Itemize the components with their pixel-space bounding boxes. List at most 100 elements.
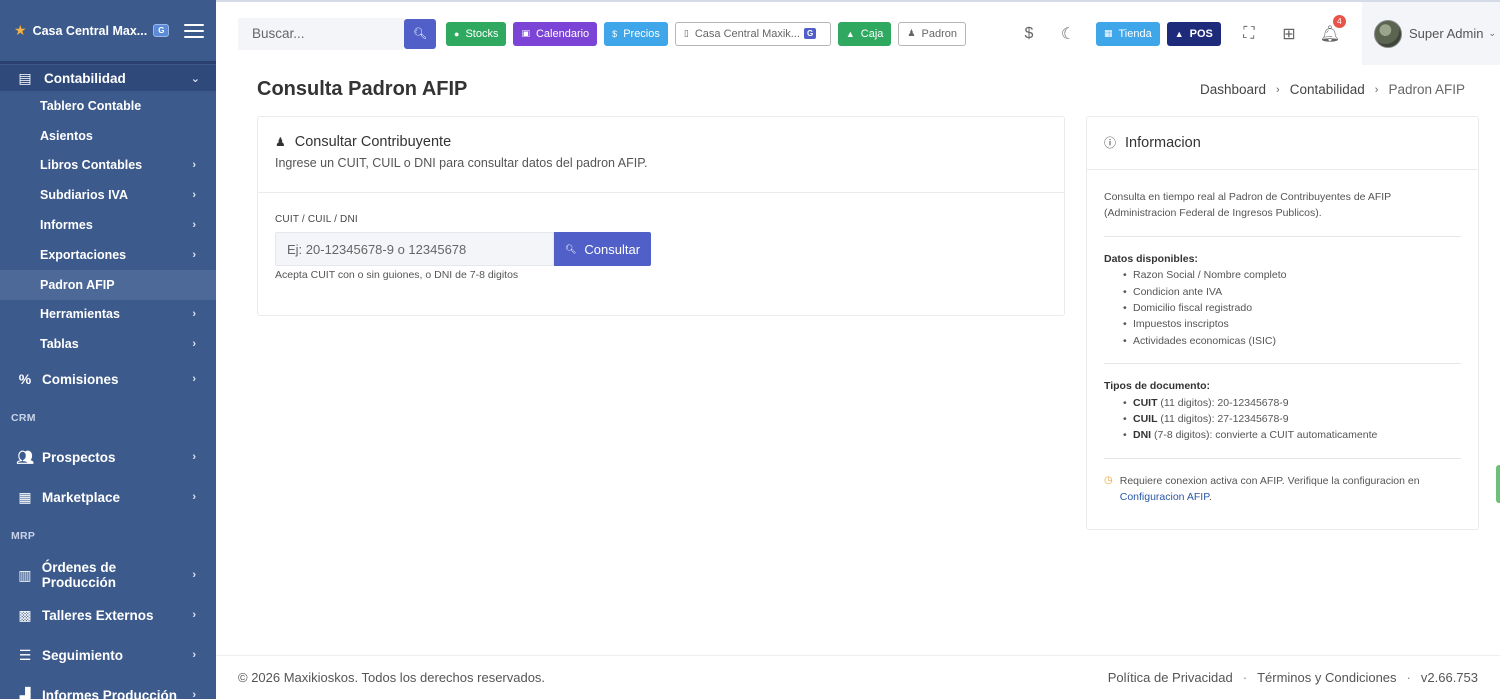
bell-icon[interactable]: 🔔︎ 4	[1320, 14, 1346, 44]
brand-badge: G	[153, 24, 170, 37]
currency-icon[interactable]: $	[1019, 24, 1039, 44]
footer-copyright: © 2026 Maxikioskos. Todos los derechos r…	[238, 670, 546, 685]
sidebar-item-label: Órdenes de Producción	[41, 560, 117, 591]
sidebar-item-informes-produccion[interactable]: ▟ Informes Producción ›	[0, 675, 216, 699]
sidebar-item-seguimiento[interactable]: ☰ Seguimiento ›	[0, 635, 216, 675]
sidebar-item-prospectos[interactable]: 👥︎ Prospectos ›	[0, 437, 216, 477]
chevron-right-icon: ›	[192, 491, 196, 504]
precios-button[interactable]: $ Precios	[604, 21, 668, 46]
sidebar-subitem[interactable]: Tablas ›	[0, 329, 216, 359]
chevron-right-icon: ›	[192, 248, 196, 261]
tipos-title: Tipos de documento:	[1104, 380, 1210, 393]
consultar-button[interactable]: 🔍︎ Consultar	[554, 232, 651, 266]
chevron-right-icon: ›	[192, 373, 196, 386]
info-card: ⓘ Informacion Consulta en tiempo real al…	[1086, 116, 1479, 530]
page-title: Consulta Padron AFIP	[257, 78, 468, 100]
book-icon: ▤	[18, 69, 32, 86]
chevron-down-icon: ⌄	[190, 72, 200, 85]
sidebar-subitem-label: Padron AFIP	[40, 277, 115, 292]
sidebar-item-ordenes[interactable]: ▥ Órdenes de Producción ›	[0, 555, 216, 595]
terms-link[interactable]: Términos y Condiciones	[1257, 670, 1396, 685]
sidebar-subitem[interactable]: Herramientas ›	[0, 300, 216, 330]
footer: © 2026 Maxikioskos. Todos los derechos r…	[216, 655, 1500, 699]
sidebar-item-comisiones[interactable]: % Comisiones ›	[0, 359, 216, 399]
sidebar-subitem-label: Herramientas	[40, 307, 120, 322]
sidebar-subitem[interactable]: Informes ›	[0, 210, 216, 240]
search-icon: 🔍︎	[413, 28, 427, 40]
consult-card-header: ♟ Consultar Contribuyente Ingrese un CUI…	[258, 117, 1064, 193]
branch-selector-button[interactable]: ▯ Casa Central Maxik... G	[674, 21, 831, 46]
tienda-button[interactable]: ▦ Tienda	[1095, 21, 1160, 46]
breadcrumb-contabilidad[interactable]: Contabilidad	[1290, 82, 1365, 97]
doc-type-name: CUIT	[1133, 396, 1158, 409]
hamburger-menu-icon[interactable]	[184, 23, 204, 38]
cash-register-icon: ▲	[845, 28, 855, 39]
star-icon: ★	[14, 22, 27, 38]
padron-button[interactable]: ♟ Padron	[898, 21, 966, 46]
sidebar-subitem-label: Exportaciones	[40, 247, 127, 262]
document-field-label: CUIT / CUIL / DNI	[275, 214, 358, 225]
caja-button[interactable]: ▲ Caja	[837, 21, 892, 46]
datos-title: Datos disponibles:	[1104, 252, 1198, 265]
stocks-button[interactable]: ● Stocks	[446, 21, 507, 46]
user-search-icon: ♟	[275, 135, 286, 149]
tienda-label: Tienda	[1118, 27, 1152, 40]
doc-type-name: DNI	[1133, 429, 1152, 442]
apps-grid-icon[interactable]: ⊞	[1279, 24, 1299, 44]
info-title-text: Informacion	[1125, 134, 1201, 151]
calendar-icon: ▣	[521, 28, 530, 38]
list-item: Condicion ante IVA	[1123, 284, 1461, 301]
consult-card: ♟ Consultar Contribuyente Ingrese un CUI…	[257, 116, 1065, 316]
box-icon: ●	[454, 28, 460, 39]
brand-name[interactable]: Casa Central Max...	[33, 24, 148, 38]
sidebar-subitem[interactable]: Tablero Contable	[0, 91, 216, 121]
fullscreen-icon[interactable]: ⛶	[1239, 24, 1259, 44]
dollar-icon: $	[612, 28, 618, 39]
chevron-right-icon: ›	[192, 609, 196, 622]
sidebar-subitem-label: Tablas	[40, 337, 79, 352]
chevron-down-icon: ⌄	[1488, 28, 1496, 38]
chevron-right-icon: ›	[192, 159, 196, 172]
footer-separator: ·	[1242, 670, 1248, 685]
config-afip-link[interactable]: Configuracion AFIP	[1120, 491, 1209, 503]
sidebar-item-contabilidad[interactable]: ▤ Contabilidad ⌄	[0, 65, 216, 91]
list-item: CUIL (11 digitos): 27-12345678-9	[1123, 411, 1461, 428]
document-input[interactable]	[275, 232, 554, 266]
sidebar-item-label: Talleres Externos	[42, 607, 154, 623]
chevron-right-icon: ›	[192, 689, 196, 699]
list-item: Razon Social / Nombre completo	[1123, 267, 1461, 284]
sidebar-item-talleres[interactable]: ▩ Talleres Externos ›	[0, 595, 216, 635]
calendario-label: Calendario	[535, 27, 590, 40]
moon-icon[interactable]: ☾	[1058, 24, 1078, 44]
doc-type-desc: (11 digitos): 20-12345678-9	[1157, 396, 1289, 409]
chevron-right-icon: ›	[192, 308, 196, 321]
factory-icon: ▥	[18, 566, 32, 583]
search-input[interactable]	[238, 17, 404, 50]
topbar: 🔍︎ ● Stocks ▣ Calendario $ Precios ▯ Casa Ce…	[216, 0, 1500, 65]
warning-text: Requiere conexion activa con AFIP. Verif…	[1119, 474, 1420, 487]
breadcrumb: Dashboard › Contabilidad › Padron AFIP	[1200, 82, 1465, 97]
sidebar-subitem[interactable]: Asientos	[0, 121, 216, 151]
sidebar-item-marketplace[interactable]: ▦ Marketplace ›	[0, 477, 216, 517]
info-intro: Consulta en tiempo real al Padron de Con…	[1104, 191, 1391, 220]
sidebar-subitem[interactable]: Exportaciones ›	[0, 240, 216, 270]
pos-button[interactable]: ▲ POS	[1166, 21, 1221, 46]
search-button[interactable]: 🔍︎	[404, 18, 436, 49]
breadcrumb-dashboard[interactable]: Dashboard	[1200, 82, 1266, 97]
datos-list: Razon Social / Nombre completoCondicion …	[1104, 267, 1461, 349]
side-tab-handle[interactable]	[1496, 465, 1500, 503]
user-menu[interactable]: Super Admin ⌄	[1362, 2, 1500, 65]
info-icon: ⓘ	[1104, 136, 1117, 150]
calendario-button[interactable]: ▣ Calendario	[513, 21, 598, 46]
caja-label: Caja	[860, 27, 884, 40]
sidebar-item-label: Contabilidad	[44, 70, 126, 86]
user-search-icon: ♟	[907, 28, 916, 38]
sidebar-subitem[interactable]: Padron AFIP	[0, 269, 216, 300]
privacy-link[interactable]: Política de Privacidad	[1108, 670, 1233, 685]
sidebar-subitem[interactable]: Libros Contables ›	[0, 151, 216, 181]
divider	[1104, 235, 1461, 237]
sidebar-subitem[interactable]: Subdiarios IVA ›	[0, 180, 216, 210]
footer-separator: ·	[1406, 670, 1411, 685]
list-item: Domicilio fiscal registrado	[1123, 300, 1461, 317]
sidebar-item-label: Prospectos	[42, 449, 116, 465]
